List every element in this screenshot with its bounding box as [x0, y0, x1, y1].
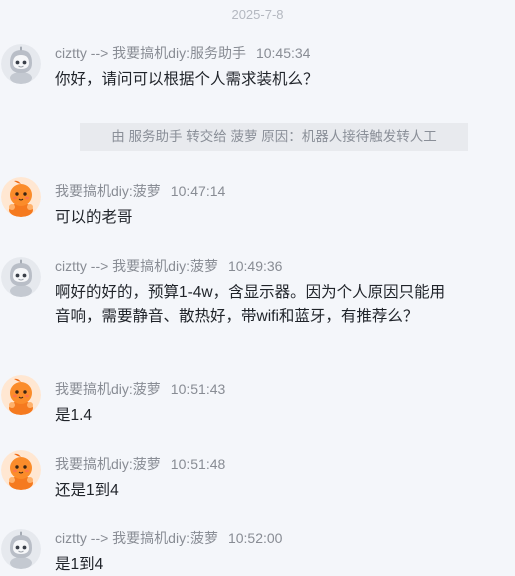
message-meta: 我要搞机diy:菠萝 10:47:14: [55, 182, 225, 200]
robot-avatar-icon[interactable]: [1, 44, 41, 84]
orange-mascot-avatar-icon[interactable]: [1, 450, 41, 490]
message-time: 10:45:34: [255, 45, 311, 61]
message-text: 你好，请问可以根据个人需求装机么？: [55, 71, 319, 88]
transfer-notice: 由 服务助手 转交给 菠萝 原因：机器人接待触发转人工: [80, 123, 468, 151]
message-meta: 我要搞机diy:菠萝 10:51:48: [55, 455, 225, 473]
sender-name[interactable]: ciztty --> 我要搞机diy:菠萝: [55, 530, 218, 546]
message-meta: ciztty --> 我要搞机diy:菠萝 10:52:00: [55, 529, 282, 547]
message-time: 10:51:48: [170, 456, 226, 472]
sender-name[interactable]: ciztty --> 我要搞机diy:菠萝: [55, 258, 218, 274]
robot-avatar-icon[interactable]: [1, 257, 41, 297]
sender-name[interactable]: 我要搞机diy:菠萝: [55, 381, 161, 397]
chat-window: 2025-7-8 ciztty --> 我要搞机diy:服务助手 10:45:34…: [0, 0, 515, 576]
message-text: 是1.4: [55, 407, 93, 424]
message-time: 10:49:36: [227, 258, 283, 274]
message-text: 是1到4: [55, 556, 104, 573]
message-text: 可以的老哥: [55, 209, 133, 226]
message-time: 10:52:00: [227, 530, 283, 546]
message-time: 10:51:43: [170, 381, 226, 397]
message-meta: ciztty --> 我要搞机diy:服务助手 10:45:34: [55, 44, 310, 62]
orange-mascot-avatar-icon[interactable]: [1, 177, 41, 217]
message-time: 10:47:14: [170, 183, 226, 199]
robot-avatar-icon[interactable]: [1, 529, 41, 569]
message-text: 还是1到4: [55, 482, 119, 499]
message-text: 啊好的好的，预算1-4w，含显示器。因为个人原因只能用音响，需要静音、散热好，带…: [55, 284, 446, 325]
sender-name[interactable]: ciztty --> 我要搞机diy:服务助手: [55, 45, 246, 61]
sender-name[interactable]: 我要搞机diy:菠萝: [55, 456, 161, 472]
orange-mascot-avatar-icon[interactable]: [1, 375, 41, 415]
date-divider: 2025-7-8: [231, 7, 284, 22]
message-meta: ciztty --> 我要搞机diy:菠萝 10:49:36: [55, 257, 282, 275]
sender-name[interactable]: 我要搞机diy:菠萝: [55, 183, 161, 199]
message-meta: 我要搞机diy:菠萝 10:51:43: [55, 380, 225, 398]
